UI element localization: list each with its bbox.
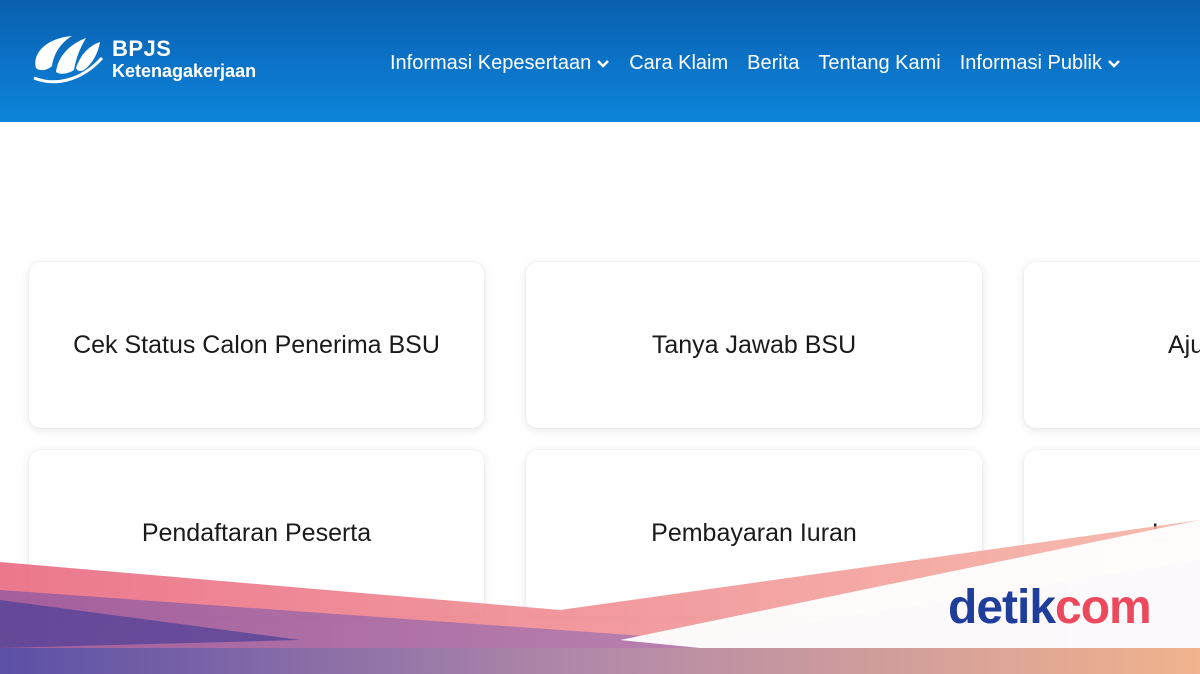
card-label: L (1152, 518, 1166, 547)
card-label: Pendaftaran Peserta (141, 518, 372, 547)
card-cek-status-bsu[interactable]: Cek Status Calon Penerima BSU (29, 262, 484, 428)
nav-item-informasi-kepesertaan[interactable]: Informasi Kepesertaan (390, 52, 610, 75)
card-label: Pembayaran Iuran (651, 518, 857, 547)
card-aju[interactable]: Aju (1024, 262, 1200, 428)
chevron-down-icon (597, 59, 610, 68)
nav-item-tentang-kami[interactable]: Tentang Kami (818, 52, 940, 75)
brand-subtitle: Ketenagakerjaan (112, 61, 257, 81)
card-label: Tanya Jawab BSU (651, 330, 857, 359)
bpjs-logo-icon (33, 36, 104, 84)
main-nav: Informasi Kepesertaan Cara Klaim Berita … (390, 52, 1140, 75)
nav-item-cara-klaim[interactable]: Cara Klaim (629, 52, 728, 75)
card-tanya-jawab-bsu[interactable]: Tanya Jawab BSU (526, 262, 982, 428)
nav-item-label: Tentang Kami (818, 52, 941, 74)
card-label: Cek Status Calon Penerima BSU (73, 330, 440, 359)
detikcom-watermark: detikcom (948, 580, 1152, 635)
nav-item-label: Informasi Kepesertaan (390, 52, 592, 74)
card-label: Aju (1168, 330, 1200, 359)
brand-title: BPJS (112, 36, 172, 61)
card-pendaftaran-peserta[interactable]: Pendaftaran Peserta (29, 450, 484, 616)
bpjs-logo[interactable]: BPJS Ketenagakerjaan (28, 28, 256, 90)
chevron-down-icon (1108, 59, 1120, 68)
card-pembayaran-iuran[interactable]: Pembayaran Iuran (526, 450, 982, 616)
nav-item-label: Informasi Publik (959, 52, 1102, 74)
nav-item-informasi-publik[interactable]: Informasi Publik (960, 52, 1121, 75)
site-header: BPJS Ketenagakerjaan Informasi Kepeserta… (0, 0, 1200, 122)
nav-item-label: Cara Klaim (629, 52, 729, 74)
watermark-part1: detik (948, 581, 1056, 634)
nav-item-label: Berita (747, 52, 800, 74)
watermark-part2: com (1055, 581, 1152, 634)
nav-item-berita[interactable]: Berita (747, 52, 799, 75)
